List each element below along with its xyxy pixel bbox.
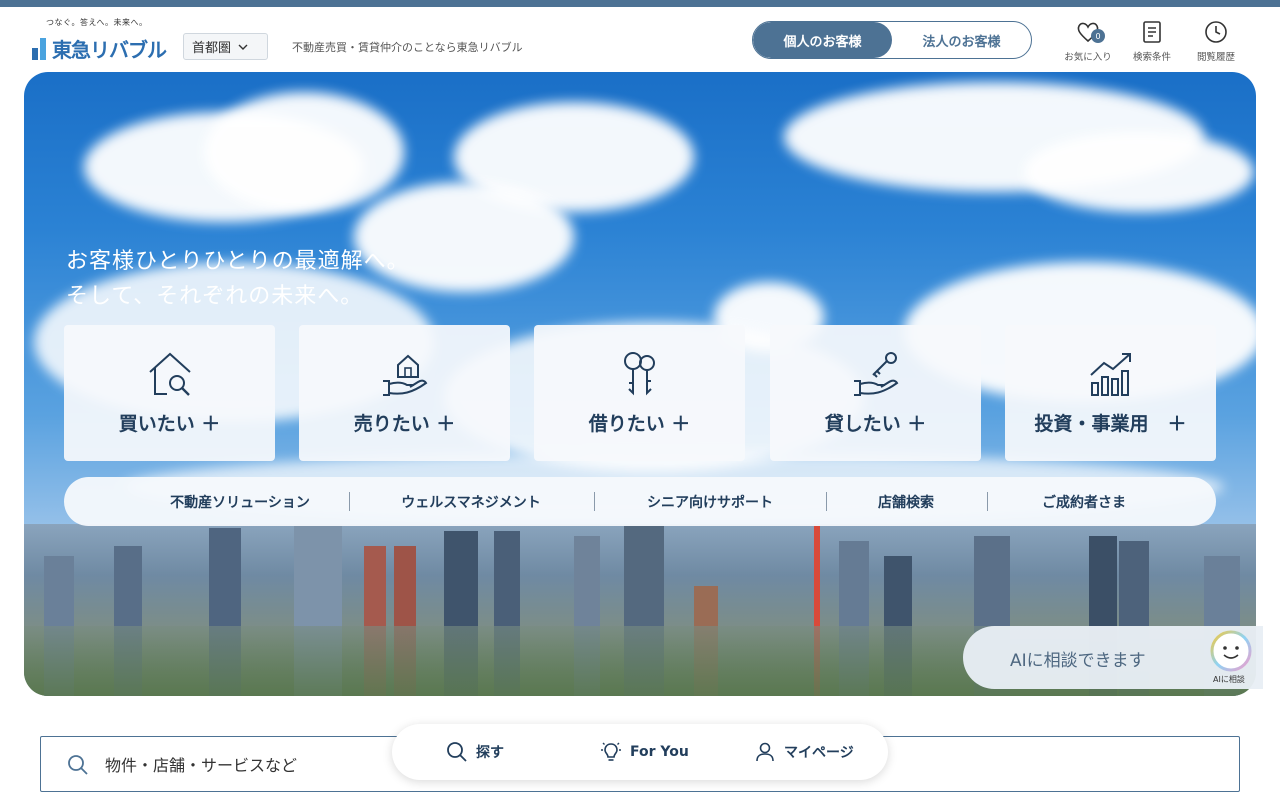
card-buy[interactable]: 買いたい ＋ <box>64 325 275 461</box>
document-icon <box>1143 21 1161 43</box>
header-tagline: 不動産売買・賃貸仲介のことなら東急リバブル <box>292 41 523 54</box>
card-rent[interactable]: 借りたい ＋ <box>534 325 745 461</box>
search-conditions-label: 検索条件 <box>1132 52 1171 63</box>
search-conditions-button[interactable]: 検索条件 <box>1124 19 1180 69</box>
card-sell-label: 売りたい ＋ <box>353 413 456 435</box>
favorites-label: お気に入り <box>1064 52 1112 63</box>
search-input[interactable] <box>105 745 385 785</box>
search-icon <box>68 755 88 775</box>
hand-house-icon <box>382 354 427 396</box>
subnav-divider <box>987 492 988 511</box>
segment-corporate[interactable]: 法人のお客様 <box>892 22 1031 58</box>
ai-consult-label: AIに相談 <box>1213 675 1245 684</box>
favorites-count-badge: 0 <box>1091 29 1105 43</box>
history-label: 閲覧履歴 <box>1196 52 1235 63</box>
ai-consult-text: AIに相談できます <box>1010 651 1146 671</box>
segment-individual[interactable]: 個人のお客様 <box>753 22 892 58</box>
top-accent-bar <box>0 0 1280 7</box>
subnav-senior-support[interactable]: シニア向けサポート <box>596 477 824 526</box>
cloud-shape <box>1024 132 1254 212</box>
card-invest-label: 投資・事業用 ＋ <box>1034 413 1187 435</box>
service-subnav: 不動産ソリューション ウェルスマネジメント シニア向けサポート 店舗検索 ご成約… <box>64 477 1216 526</box>
user-icon <box>756 742 774 762</box>
growth-chart-icon <box>1089 353 1131 396</box>
subnav-contracted-customers[interactable]: ご成約者さま <box>989 477 1179 526</box>
favorites-button[interactable]: 0 お気に入り <box>1060 19 1116 69</box>
card-lease-label: 貸したい ＋ <box>824 413 927 435</box>
history-button[interactable]: 閲覧履歴 <box>1188 19 1244 69</box>
cloud-shape <box>204 92 404 212</box>
logo-tagline: つなぐ。答えへ。未来へ。 <box>46 18 148 27</box>
card-buy-label: 買いたい ＋ <box>118 413 221 435</box>
region-select-value: 首都圏 <box>192 41 232 56</box>
logo-mark-icon <box>32 38 46 60</box>
chevron-down-icon <box>238 44 248 50</box>
ai-consult-bubble[interactable]: AIに相談できます AIに相談 <box>963 626 1263 689</box>
nav-search-button[interactable]: 探す <box>446 724 504 780</box>
subnav-divider <box>594 492 595 511</box>
logo-text: 東急リバブル <box>52 38 167 62</box>
card-sell[interactable]: 売りたい ＋ <box>299 325 510 461</box>
card-lease[interactable]: 貸したい ＋ <box>770 325 981 461</box>
subnav-divider <box>349 492 350 511</box>
hero-headline-line1: お客様ひとりひとりの最適解へ。 <box>66 249 410 274</box>
floating-bottom-nav: 探す For You マイページ <box>392 724 888 780</box>
site-header: つなぐ。答えへ。未来へ。 東急リバブル 首都圏 不動産売買・賃貸仲介のことなら東… <box>0 7 1280 72</box>
hand-key-icon <box>853 352 898 396</box>
search-icon <box>447 742 467 762</box>
subnav-store-search[interactable]: 店舗検索 <box>828 477 984 526</box>
subnav-real-estate-solutions[interactable]: 不動産ソリューション <box>120 477 360 526</box>
lightbulb-icon <box>601 742 621 761</box>
card-invest[interactable]: 投資・事業用 ＋ <box>1005 325 1216 461</box>
hero-banner: お客様ひとりひとりの最適解へ。 そして、それぞれの未来へ。 買いたい ＋ 売りた… <box>24 72 1256 696</box>
nav-foryou-label: For You <box>630 744 689 760</box>
nav-mypage-label: マイページ <box>784 745 854 761</box>
hero-headline: お客様ひとりひとりの最適解へ。 そして、それぞれの未来へ。 <box>66 244 410 314</box>
house-search-icon <box>148 352 191 396</box>
region-select[interactable]: 首都圏 <box>183 33 268 60</box>
card-rent-label: 借りたい ＋ <box>588 413 691 435</box>
ai-assistant-face-icon <box>1210 630 1252 672</box>
customer-type-switch: 個人のお客様 法人のお客様 <box>752 21 1032 59</box>
clock-icon <box>1205 21 1227 43</box>
hero-headline-line2: そして、それぞれの未来へ。 <box>66 284 364 309</box>
nav-search-label: 探す <box>476 745 504 761</box>
keys-icon <box>623 352 655 396</box>
subnav-divider <box>826 492 827 511</box>
logo[interactable]: つなぐ。答えへ。未来へ。 東急リバブル <box>30 17 167 63</box>
nav-mypage-button[interactable]: マイページ <box>754 724 854 780</box>
subnav-wealth-management[interactable]: ウェルスマネジメント <box>360 477 582 526</box>
nav-foryou-button[interactable]: For You <box>600 724 689 780</box>
